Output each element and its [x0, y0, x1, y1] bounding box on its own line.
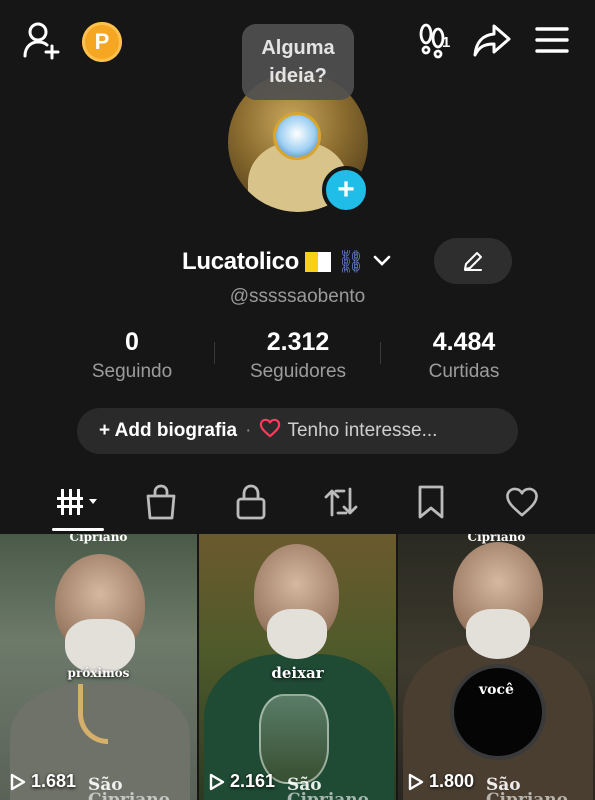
- username: Lucatolico: [182, 248, 300, 275]
- chevron-down-icon[interactable]: [371, 249, 393, 276]
- video-top-caption: Cipriano: [467, 534, 526, 544]
- figure-beard: [267, 609, 327, 659]
- play-icon: [10, 773, 26, 790]
- coins-icon[interactable]: P: [82, 22, 122, 62]
- pencil-icon: [464, 252, 482, 271]
- stats-row: 0 Seguindo 2.312 Seguidores 4.484 Curtid…: [0, 328, 595, 388]
- stat-following[interactable]: 0 Seguindo: [52, 328, 212, 383]
- share-arrow-icon[interactable]: [472, 20, 512, 60]
- grid-bars-icon: [57, 489, 97, 515]
- video-thumbnail[interactable]: Cipriano próximos 1.681 São Cipriano: [0, 534, 197, 800]
- add-bio-button[interactable]: + Add biografia: [99, 420, 237, 442]
- video-overlay-text: deixar: [271, 664, 324, 682]
- bookmark-icon: [418, 485, 444, 519]
- play-icon: [209, 773, 225, 790]
- chain-link-icon: ⛓: [337, 249, 365, 274]
- black-mirror-prop: [450, 664, 546, 760]
- stat-label: Seguidores: [249, 361, 347, 382]
- stat-likes[interactable]: 4.484 Curtidas: [384, 328, 544, 383]
- friends-count: 1: [442, 34, 451, 51]
- play-icon: [408, 773, 424, 790]
- view-count: 1.800: [408, 771, 474, 792]
- video-overlay-text: próximos: [67, 666, 130, 680]
- stat-value: 2.312: [266, 328, 330, 356]
- video-subtitle-cut: Cipriano: [88, 790, 171, 800]
- tab-shop[interactable]: [131, 478, 191, 526]
- video-grid: Cipriano próximos 1.681 São Cipriano dei…: [0, 534, 595, 800]
- user-handle: @sssssaobento: [229, 286, 366, 307]
- hamburger-menu-icon[interactable]: [532, 20, 572, 60]
- view-count: 2.161: [209, 771, 275, 792]
- stat-value: 0: [125, 328, 139, 356]
- figure-beard: [466, 609, 530, 659]
- repost-icon: [324, 487, 358, 517]
- footprints-icon[interactable]: 1: [412, 20, 460, 60]
- video-overlay-text: você: [479, 682, 514, 698]
- edit-profile-button[interactable]: [434, 238, 512, 284]
- idea-tooltip[interactable]: Alguma ideia?: [242, 24, 354, 100]
- shopping-bag-icon: [146, 484, 176, 520]
- interests-button[interactable]: Tenho interesse...: [287, 420, 437, 442]
- view-count: 1.681: [10, 771, 76, 792]
- stat-label: Curtidas: [428, 361, 500, 382]
- add-user-icon[interactable]: [22, 20, 62, 60]
- video-thumbnail[interactable]: Cipriano você 1.800 São Cipriano: [398, 534, 595, 800]
- divider: [214, 342, 215, 364]
- avatar-character-icon: [273, 112, 321, 160]
- bio-pill[interactable]: + Add biografia · Tenho interesse...: [77, 408, 518, 454]
- tab-favorites[interactable]: [401, 478, 461, 526]
- tab-reposts[interactable]: [311, 478, 371, 526]
- heart-icon: [506, 487, 538, 517]
- view-count-value: 1.800: [429, 771, 475, 791]
- view-count-value: 2.161: [230, 771, 276, 791]
- tab-private[interactable]: [221, 478, 281, 526]
- video-thumbnail[interactable]: deixar 2.161 São Cipriano: [199, 534, 396, 800]
- separator-dot: ·: [245, 420, 252, 441]
- video-subtitle-cut: Cipriano: [486, 790, 569, 800]
- tab-liked[interactable]: [492, 478, 552, 526]
- video-subtitle-cut: Cipriano: [287, 790, 370, 800]
- heart-outline-icon: [259, 418, 281, 444]
- video-top-caption: Cipriano: [69, 534, 128, 544]
- divider: [380, 342, 381, 364]
- tab-videos[interactable]: [46, 478, 110, 526]
- stat-followers[interactable]: 2.312 Seguidores: [218, 328, 378, 383]
- active-tab-indicator: [52, 528, 104, 531]
- stat-label: Seguindo: [91, 361, 173, 382]
- lock-icon: [236, 484, 266, 520]
- view-count-value: 1.681: [31, 771, 77, 791]
- content-tabs: [0, 478, 595, 530]
- vatican-flag-icon: [305, 252, 332, 272]
- add-story-button[interactable]: +: [322, 166, 370, 214]
- stat-value: 4.484: [432, 328, 496, 356]
- name-row: Lucatolico ⛓: [182, 242, 393, 282]
